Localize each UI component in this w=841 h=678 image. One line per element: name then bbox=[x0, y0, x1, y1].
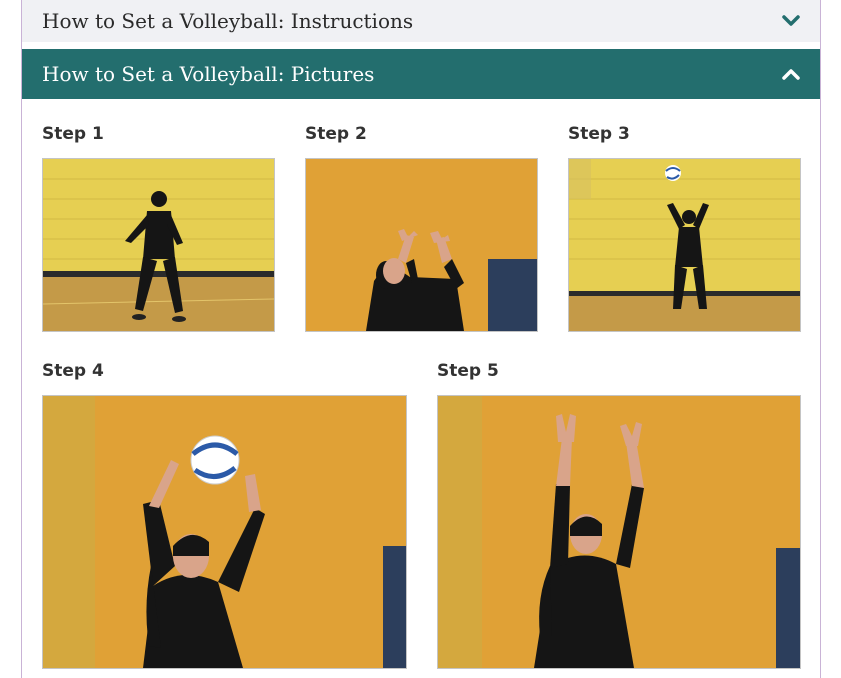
step-label: Step 3 bbox=[568, 124, 630, 144]
step-1-photo bbox=[42, 158, 275, 332]
step-4-photo bbox=[42, 395, 407, 669]
step-3: Step 3 bbox=[568, 122, 801, 332]
step-2: Step 2 bbox=[305, 122, 538, 332]
step-5-photo bbox=[437, 395, 801, 669]
step-label: Step 5 bbox=[437, 361, 499, 381]
step-4: Step 4 bbox=[42, 359, 407, 669]
accordion-container: How to Set a Volleyball: Instructions Ho… bbox=[21, 0, 821, 678]
step-1: Step 1 bbox=[42, 122, 275, 332]
accordion-header-pictures[interactable]: How to Set a Volleyball: Pictures bbox=[22, 49, 820, 99]
step-label: Step 1 bbox=[42, 124, 104, 144]
accordion-title-instructions: How to Set a Volleyball: Instructions bbox=[42, 9, 414, 33]
step-label: Step 4 bbox=[42, 361, 104, 381]
step-5: Step 5 bbox=[437, 359, 801, 669]
step-3-photo bbox=[568, 158, 801, 332]
chevron-up-icon[interactable] bbox=[782, 65, 800, 83]
accordion-title-pictures: How to Set a Volleyball: Pictures bbox=[42, 62, 375, 86]
chevron-down-icon[interactable] bbox=[782, 12, 800, 30]
step-2-photo bbox=[305, 158, 538, 332]
accordion-header-instructions[interactable]: How to Set a Volleyball: Instructions bbox=[22, 0, 820, 42]
step-label: Step 2 bbox=[305, 124, 367, 144]
